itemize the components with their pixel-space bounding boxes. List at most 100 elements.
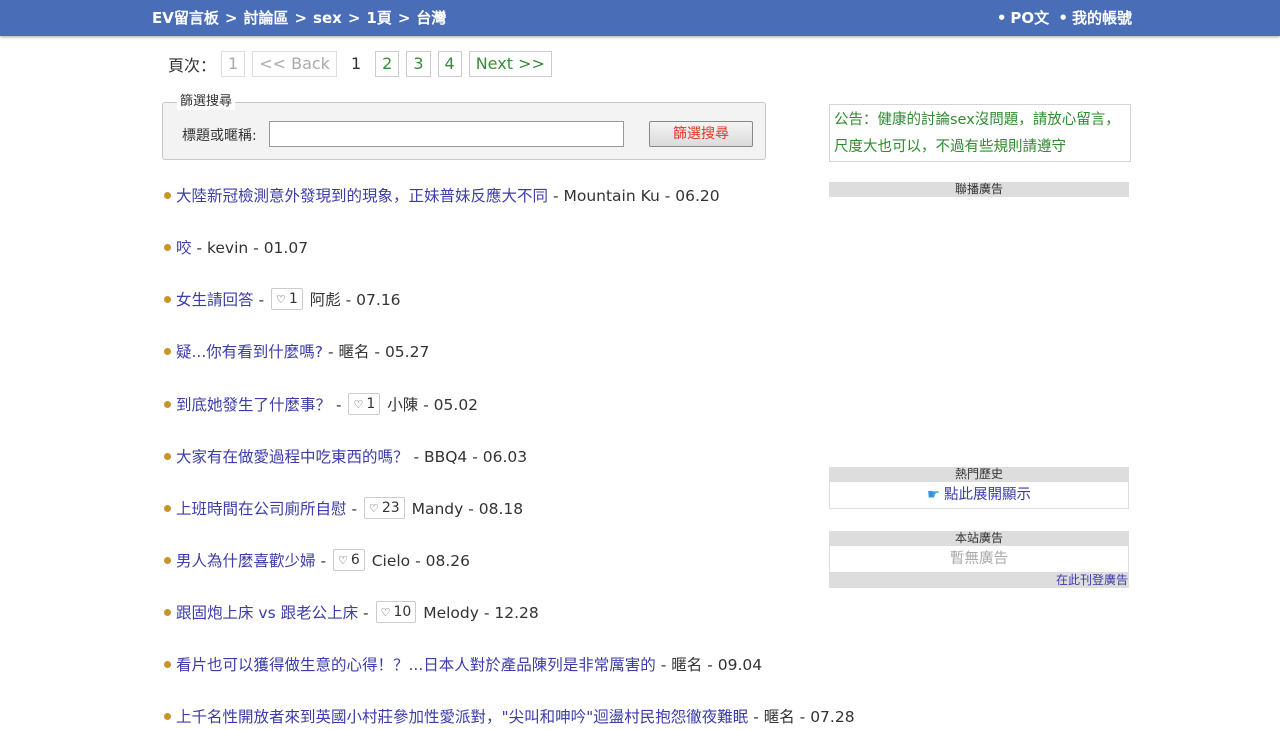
- post-date: 07.16: [356, 291, 401, 309]
- hot-history-header: 熱門歷史: [829, 467, 1129, 482]
- post-author: Mountain Ku: [563, 187, 660, 205]
- post-author: 小陳: [387, 396, 419, 414]
- like-count: 6: [350, 552, 360, 568]
- list-item: 女生請回答 - ♡ 1 阿彪 - 07.16: [164, 288, 401, 312]
- breadcrumb-forum[interactable]: 討論區: [243, 9, 288, 27]
- bullet-icon: [164, 453, 171, 460]
- notice-box: 公告：健康的討論sex沒問題，請放心留言，尺度大也可以，不過有些規則請遵守: [829, 104, 1131, 162]
- site-ads-header: 本站廣告: [829, 531, 1129, 546]
- like-count: 23: [381, 500, 400, 516]
- filter-field-label: 標題或暱稱:: [182, 128, 257, 144]
- list-item: 咬 - kevin - 01.07: [164, 236, 308, 260]
- nav-dot: •: [996, 9, 1007, 27]
- post-date: 07.28: [810, 708, 855, 726]
- post-title-link[interactable]: 到底她發生了什麼事？: [176, 396, 331, 414]
- breadcrumb-ev-board[interactable]: EV留言板: [152, 9, 219, 27]
- list-item: 上班時間在公司廁所自慰 - ♡ 23 Mandy - 08.18: [164, 497, 523, 521]
- post-date: 06.20: [675, 187, 720, 205]
- heart-icon: ♡: [275, 293, 286, 306]
- like-count: 1: [288, 291, 298, 307]
- my-account-link[interactable]: 我的帳號: [1072, 9, 1132, 27]
- heart-icon: ♡: [337, 554, 348, 567]
- post-date: 05.02: [433, 396, 479, 414]
- bullet-icon: [164, 505, 171, 512]
- post-author: Melody: [423, 604, 479, 622]
- pager-page-2[interactable]: 2: [375, 51, 400, 77]
- list-item: 看片也可以獲得做生意的心得！？...日本人對於產品陳列是非常厲害的 - 暱名 -…: [164, 653, 762, 677]
- post-title-link[interactable]: 上千名性開放者來到英國小村莊參加性愛派對，"尖叫和呻吟"迴盪村民抱怨徹夜難眠: [176, 708, 748, 726]
- top-bar: EV留言板 > 討論區 > sex >1頁 > 台灣 • PO文 • 我的帳號: [0, 0, 1280, 36]
- heart-icon: ♡: [380, 606, 391, 619]
- post-date: 09.04: [717, 656, 763, 674]
- post-date: 01.07: [263, 239, 309, 257]
- bullet-icon: [164, 661, 171, 668]
- hot-history-box: 熱門歷史 ☛ 點此展開顯示: [829, 467, 1129, 509]
- like-badge[interactable]: ♡ 6: [332, 549, 365, 571]
- pager-next[interactable]: Next >>: [468, 51, 552, 77]
- breadcrumb-taiwan[interactable]: 台灣: [416, 9, 446, 27]
- heart-icon: ♡: [353, 398, 364, 411]
- post-title-link[interactable]: 大家有在做愛過程中吃東西的嗎？: [176, 448, 409, 466]
- like-badge[interactable]: ♡ 23: [363, 497, 405, 519]
- bullet-icon: [164, 192, 171, 199]
- bullet-icon: [164, 296, 171, 303]
- pager-back: << Back: [252, 51, 337, 77]
- like-badge[interactable]: ♡ 1: [348, 393, 381, 415]
- list-item: 到底她發生了什麼事？ - ♡ 1 小陳 - 05.02: [164, 393, 478, 417]
- like-count: 1: [366, 396, 376, 412]
- list-item: 大陸新冠檢測意外發現到的現象，正妹普妹反應大不同 - Mountain Ku -…: [164, 184, 720, 208]
- bullet-icon: [164, 713, 171, 720]
- list-item: 大家有在做愛過程中吃東西的嗎？ - BBQ4 - 06.03: [164, 445, 527, 469]
- syndicated-ads-box: 聯播廣告: [829, 182, 1129, 197]
- post-link[interactable]: PO文: [1010, 9, 1049, 27]
- post-date: 08.18: [478, 500, 524, 518]
- filter-button[interactable]: 篩選搜尋: [649, 121, 753, 147]
- list-item: 男人為什麼喜歡少婦 - ♡ 6 Cielo - 08.26: [164, 549, 470, 573]
- list-item: 疑...你有看到什麼嗎? - 暱名 - 05.27: [164, 340, 429, 364]
- pager-page-3[interactable]: 3: [406, 51, 431, 77]
- pager: 頁次： 1 << Back 1 2 3 4 Next >>: [168, 51, 559, 77]
- filter-legend: 篩選搜尋: [177, 94, 236, 110]
- top-nav: • PO文 • 我的帳號: [993, 0, 1132, 36]
- post-title-link[interactable]: 女生請回答: [176, 291, 254, 309]
- like-badge[interactable]: ♡ 10: [375, 601, 417, 623]
- post-author: BBQ4: [423, 448, 468, 466]
- breadcrumb-separator: >: [397, 9, 411, 27]
- post-author: kevin: [206, 239, 249, 257]
- breadcrumb-sex[interactable]: sex: [313, 9, 342, 27]
- site-ads-footer: 在此刊登廣告: [829, 573, 1129, 588]
- post-author: Cielo: [371, 552, 411, 570]
- post-author: 阿彪: [309, 291, 341, 309]
- place-ad-link[interactable]: 在此刊登廣告: [1056, 573, 1128, 587]
- bullet-icon: [164, 401, 171, 408]
- like-badge[interactable]: ♡ 1: [270, 288, 303, 310]
- list-item: 跟固炮上床 vs 跟老公上床 - ♡ 10 Melody - 12.28: [164, 601, 539, 625]
- pager-current: 1: [350, 54, 362, 73]
- bullet-icon: [164, 244, 171, 251]
- post-title-link[interactable]: 大陸新冠檢測意外發現到的現象，正妹普妹反應大不同: [176, 187, 548, 205]
- post-author: 暱名: [338, 343, 370, 361]
- hot-history-expand-link[interactable]: 點此展開顯示: [944, 487, 1031, 503]
- pager-page-4[interactable]: 4: [437, 51, 462, 77]
- post-title-link[interactable]: 看片也可以獲得做生意的心得！？...日本人對於產品陳列是非常厲害的: [176, 656, 656, 674]
- post-title-link[interactable]: 咬: [176, 239, 192, 257]
- site-ads-empty: 暫無廣告: [829, 546, 1129, 573]
- breadcrumb-page[interactable]: 1頁: [366, 9, 391, 27]
- site-ads-box: 本站廣告 暫無廣告 在此刊登廣告: [829, 531, 1129, 588]
- heart-icon: ♡: [368, 502, 379, 515]
- hot-history-body: ☛ 點此展開顯示: [829, 482, 1129, 509]
- breadcrumb-separator: >: [347, 9, 361, 27]
- pager-first: 1: [221, 51, 246, 77]
- syndicated-ads-header: 聯播廣告: [829, 182, 1129, 197]
- filter-input[interactable]: [269, 121, 624, 147]
- filter-panel: 篩選搜尋 標題或暱稱: 篩選搜尋: [162, 94, 766, 160]
- post-date: 05.27: [384, 343, 430, 361]
- pointing-hand-icon: ☛: [927, 487, 940, 503]
- post-title-link[interactable]: 跟固炮上床 vs 跟老公上床: [176, 604, 358, 622]
- bullet-icon: [164, 557, 171, 564]
- post-title-link[interactable]: 上班時間在公司廁所自慰: [176, 500, 347, 518]
- post-title-link[interactable]: 男人為什麼喜歡少婦: [176, 552, 316, 570]
- list-item: 上千名性開放者來到英國小村莊參加性愛派對，"尖叫和呻吟"迴盪村民抱怨徹夜難眠 -…: [164, 705, 855, 729]
- post-title-link[interactable]: 疑...你有看到什麼嗎?: [176, 343, 323, 361]
- post-author: Mandy: [411, 500, 464, 518]
